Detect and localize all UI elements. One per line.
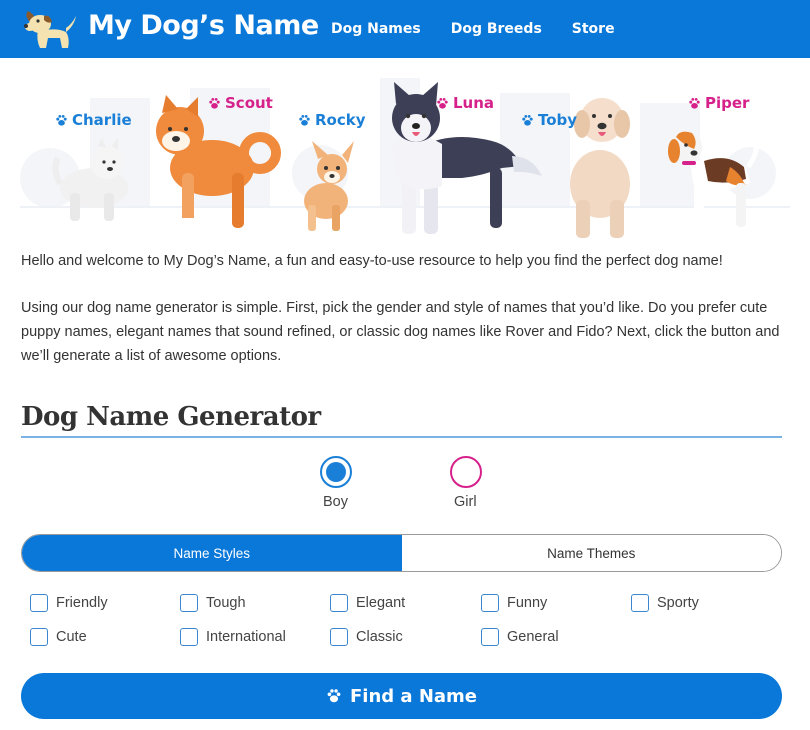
checkbox-label: Tough xyxy=(206,595,246,611)
dog-label-rocky[interactable]: Rocky xyxy=(298,111,366,129)
paw-icon xyxy=(437,97,448,109)
checkbox-label: General xyxy=(507,629,559,645)
checkbox-label: Elegant xyxy=(356,595,406,611)
find-a-name-button[interactable]: Find a Name xyxy=(21,673,782,719)
checkbox-label: Funny xyxy=(507,595,548,611)
tab-name-styles[interactable]: Name Styles xyxy=(22,535,402,571)
paw-icon xyxy=(522,114,533,126)
checkbox[interactable] xyxy=(30,594,48,612)
dog-name: Toby xyxy=(538,111,578,129)
checkbox[interactable] xyxy=(180,594,198,612)
paw-icon xyxy=(689,97,700,109)
dog-name: Rocky xyxy=(315,111,366,129)
style-checkbox-general[interactable]: General xyxy=(481,628,559,646)
find-button-label: Find a Name xyxy=(349,685,478,707)
dog-label-toby[interactable]: Toby xyxy=(521,111,577,129)
hero-illustration xyxy=(20,78,790,238)
style-checkbox-elegant[interactable]: Elegant xyxy=(330,594,405,612)
gender-radio-girl[interactable] xyxy=(450,456,482,488)
gender-label-boy[interactable]: Boy xyxy=(323,494,348,510)
title-divider xyxy=(21,436,782,438)
main-nav: Dog Names Dog Breeds Store xyxy=(331,21,615,37)
site-title[interactable]: My Dog’s Name xyxy=(88,10,319,41)
dog-label-piper[interactable]: Piper xyxy=(688,94,749,112)
gender-radio-boy[interactable] xyxy=(320,456,352,488)
style-checkbox-classic[interactable]: Classic xyxy=(330,628,403,646)
checkbox-label: Cute xyxy=(56,629,87,645)
paw-icon xyxy=(327,689,341,703)
intro-paragraph-instructions: Using our dog name generator is simple. … xyxy=(21,300,780,364)
generator-title: Dog Name Generator xyxy=(21,402,321,432)
dog-name: Piper xyxy=(705,94,750,112)
checkbox[interactable] xyxy=(30,628,48,646)
dog-label-luna[interactable]: Luna xyxy=(436,94,494,112)
intro-paragraph-welcome: Hello and welcome to My Dog’s Name, a fu… xyxy=(21,253,723,269)
nav-dog-breeds[interactable]: Dog Breeds xyxy=(451,21,542,37)
hero-banner: Charlie Scout Rocky Luna Toby Piper xyxy=(20,78,790,238)
tab-name-themes[interactable]: Name Themes xyxy=(401,535,781,571)
paw-icon xyxy=(299,114,310,126)
name-category-tabs: Name Styles Name Themes xyxy=(21,534,782,572)
dog-name: Luna xyxy=(453,94,495,112)
checkbox-label: International xyxy=(206,629,286,645)
checkbox[interactable] xyxy=(481,628,499,646)
checkbox-label: Friendly xyxy=(56,595,108,611)
site-header: My Dog’s Name Dog Names Dog Breeds Store xyxy=(0,0,810,58)
checkbox[interactable] xyxy=(631,594,649,612)
checkbox[interactable] xyxy=(481,594,499,612)
dog-name: Charlie xyxy=(72,111,132,129)
checkbox-label: Classic xyxy=(356,629,403,645)
dog-name: Scout xyxy=(225,94,273,112)
style-checkbox-sporty[interactable]: Sporty xyxy=(631,594,699,612)
style-checkbox-tough[interactable]: Tough xyxy=(180,594,246,612)
gender-label-girl[interactable]: Girl xyxy=(454,494,477,510)
checkbox[interactable] xyxy=(330,628,348,646)
paw-icon xyxy=(56,114,67,126)
checkbox[interactable] xyxy=(330,594,348,612)
nav-store[interactable]: Store xyxy=(572,21,615,37)
nav-dog-names[interactable]: Dog Names xyxy=(331,21,421,37)
checkbox[interactable] xyxy=(180,628,198,646)
style-checkbox-funny[interactable]: Funny xyxy=(481,594,547,612)
checkbox-label: Sporty xyxy=(657,595,699,611)
dog-logo-icon[interactable] xyxy=(22,8,78,50)
style-checkbox-cute[interactable]: Cute xyxy=(30,628,87,646)
style-checkbox-friendly[interactable]: Friendly xyxy=(30,594,108,612)
dog-label-charlie[interactable]: Charlie xyxy=(55,111,132,129)
paw-icon xyxy=(209,97,220,109)
dog-label-scout[interactable]: Scout xyxy=(208,94,273,112)
style-checkbox-international[interactable]: International xyxy=(180,628,286,646)
